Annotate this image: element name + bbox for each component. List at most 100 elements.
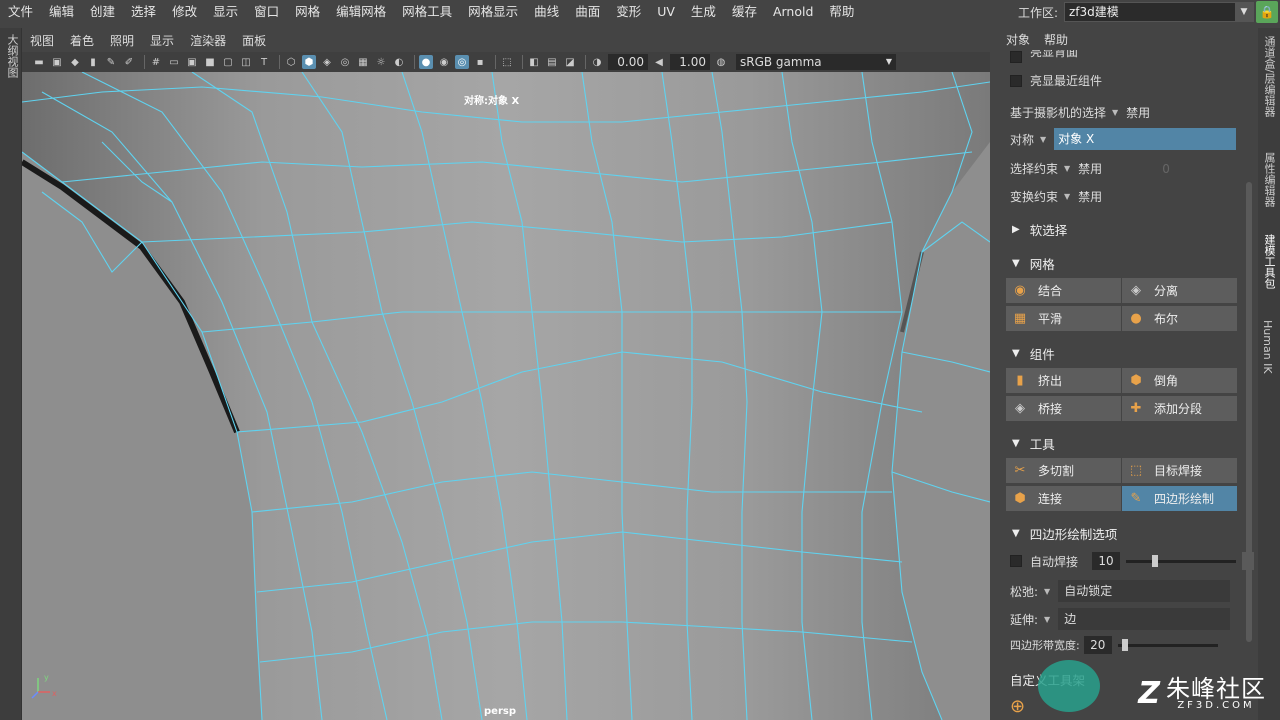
- soft-select-header[interactable]: ▶ 软选择: [1006, 217, 1238, 241]
- color-space-dropdown[interactable]: sRGB gamma ▼: [736, 54, 896, 70]
- vp-menu-renderer[interactable]: 渲染器: [182, 32, 234, 49]
- menu-arnold[interactable]: Arnold: [765, 0, 821, 24]
- grid-icon[interactable]: #: [149, 55, 163, 69]
- auto-weld-field[interactable]: 10: [1092, 552, 1121, 570]
- menu-mesh-tools[interactable]: 网格工具: [394, 0, 460, 24]
- combine-button[interactable]: ◉ 结合: [1006, 278, 1122, 303]
- resolution-gate-icon[interactable]: ▣: [185, 55, 199, 69]
- add-divisions-button[interactable]: ✚ 添加分段: [1122, 396, 1238, 421]
- chevron-down-icon[interactable]: ▼: [1064, 164, 1070, 173]
- motion-blur-icon[interactable]: ◪: [563, 55, 577, 69]
- bevel-button[interactable]: ⬢ 倒角: [1122, 368, 1238, 393]
- gate-mask-icon[interactable]: ■: [203, 55, 217, 69]
- menu-mesh[interactable]: 网格: [287, 0, 328, 24]
- panel-scrollbar[interactable]: [1244, 52, 1254, 652]
- wireframe-on-shaded-icon[interactable]: ◈: [320, 55, 334, 69]
- safe-title-icon[interactable]: T: [257, 55, 271, 69]
- tab-channel-box[interactable]: 通道盒/层编辑器: [1261, 36, 1277, 117]
- menu-edit-mesh[interactable]: 编辑网格: [328, 0, 394, 24]
- auto-weld-slider[interactable]: [1126, 554, 1237, 567]
- relax-value[interactable]: 自动锁定: [1058, 580, 1231, 602]
- chevron-down-icon[interactable]: ▼: [1112, 108, 1118, 117]
- 2d-pan-icon[interactable]: ✎: [104, 55, 118, 69]
- transform-constraint-value[interactable]: 禁用: [1078, 188, 1102, 205]
- chevron-down-icon[interactable]: ▼: [1040, 135, 1046, 144]
- extrude-button[interactable]: ▮ 挤出: [1006, 368, 1122, 393]
- select-constraint-value[interactable]: 禁用: [1078, 160, 1102, 177]
- tab-modeling-toolkit[interactable]: 建模工具包: [1261, 234, 1277, 289]
- color-management-icon[interactable]: ◍: [714, 55, 728, 69]
- dof-icon[interactable]: ▤: [545, 55, 559, 69]
- smooth-button[interactable]: ▦ 平滑: [1006, 306, 1122, 331]
- menu-surfaces[interactable]: 曲面: [567, 0, 608, 24]
- backface-checkbox[interactable]: [1010, 51, 1022, 63]
- quad-options-header[interactable]: ▼ 四边形绘制选项: [1006, 521, 1238, 545]
- shelf-tool-icon[interactable]: ⊕: [1010, 696, 1025, 717]
- tab-human-ik[interactable]: Human IK: [1261, 320, 1274, 374]
- slider-knob[interactable]: [1152, 554, 1159, 567]
- menu-curves[interactable]: 曲线: [526, 0, 567, 24]
- scrollbar-thumb[interactable]: [1246, 182, 1252, 642]
- gamma-icon[interactable]: ◀: [652, 55, 666, 69]
- outliner-tab[interactable]: 大纲视图: [4, 34, 20, 78]
- boolean-button[interactable]: ● 布尔: [1122, 306, 1238, 331]
- menu-window[interactable]: 窗口: [246, 0, 287, 24]
- safe-action-icon[interactable]: ◫: [239, 55, 253, 69]
- menu-mesh-display[interactable]: 网格显示: [460, 0, 526, 24]
- menu-display[interactable]: 显示: [205, 0, 246, 24]
- image-plane-icon[interactable]: ▮: [86, 55, 100, 69]
- chevron-down-icon[interactable]: ▼: [1044, 587, 1050, 596]
- extend-value[interactable]: 边: [1058, 608, 1231, 630]
- slider-knob[interactable]: [1122, 638, 1129, 651]
- menu-file[interactable]: 文件: [0, 0, 41, 24]
- target-weld-button[interactable]: ⬚ 目标焊接: [1122, 458, 1238, 483]
- textured-icon[interactable]: ◎: [338, 55, 352, 69]
- exposure-field[interactable]: 0.00: [608, 54, 648, 70]
- workspace-dropdown[interactable]: zf3d建模 ▼: [1064, 2, 1254, 22]
- gamma-field[interactable]: 1.00: [670, 54, 710, 70]
- backface-option[interactable]: 亮显背面: [1010, 50, 1078, 64]
- tools-section-header[interactable]: ▼ 工具: [1006, 431, 1238, 455]
- camera-select-value[interactable]: 禁用: [1126, 104, 1150, 121]
- quad-draw-button[interactable]: ✎ 四边形绘制: [1122, 486, 1238, 511]
- bookmark-icon[interactable]: ◆: [68, 55, 82, 69]
- vp-menu-panels[interactable]: 面板: [234, 32, 274, 49]
- vp-menu-show[interactable]: 显示: [142, 32, 182, 49]
- grease-pencil-icon[interactable]: ✐: [122, 55, 136, 69]
- menu-help[interactable]: 帮助: [821, 0, 862, 24]
- mesh-section-header[interactable]: ▼ 网格: [1006, 251, 1238, 275]
- field-chart-icon[interactable]: ▢: [221, 55, 235, 69]
- vp-menu-lighting[interactable]: 照明: [102, 32, 142, 49]
- menu-select[interactable]: 选择: [123, 0, 164, 24]
- chevron-down-icon[interactable]: ▼: [1044, 615, 1050, 624]
- smooth-shade-icon[interactable]: ⬢: [302, 55, 316, 69]
- checker-icon[interactable]: ▦: [356, 55, 370, 69]
- film-gate-icon[interactable]: ▭: [167, 55, 181, 69]
- camera-icon[interactable]: ▬: [32, 55, 46, 69]
- isolate-icon[interactable]: ◎: [455, 55, 469, 69]
- recent-checkbox[interactable]: [1010, 74, 1022, 87]
- components-section-header[interactable]: ▼ 组件: [1006, 341, 1238, 365]
- symmetry-value[interactable]: 对象 X: [1054, 128, 1237, 150]
- viewport-3d[interactable]: y x 对称:对象 X persp: [22, 72, 990, 720]
- isolate-select-icon[interactable]: ⬚: [500, 55, 514, 69]
- menu-modify[interactable]: 修改: [164, 0, 205, 24]
- strip-width-field[interactable]: 20: [1083, 636, 1112, 654]
- menu-create[interactable]: 创建: [82, 0, 123, 24]
- vp-menu-shading[interactable]: 着色: [62, 32, 102, 49]
- shadows-icon[interactable]: ◐: [392, 55, 406, 69]
- menu-cache[interactable]: 缓存: [724, 0, 765, 24]
- separate-button[interactable]: ◈ 分离: [1122, 278, 1238, 303]
- menu-uv[interactable]: UV: [649, 0, 683, 24]
- recent-option[interactable]: 亮显最近组件: [1010, 72, 1102, 89]
- chevron-down-icon[interactable]: ▼: [1064, 192, 1070, 201]
- wireframe-icon[interactable]: ⬡: [284, 55, 298, 69]
- menu-deform[interactable]: 变形: [608, 0, 649, 24]
- connect-button[interactable]: ⬢ 连接: [1006, 486, 1122, 511]
- auto-weld-checkbox[interactable]: [1010, 555, 1022, 567]
- tab-attribute-editor[interactable]: 属性编辑器: [1261, 152, 1277, 207]
- vp-menu-view[interactable]: 视图: [22, 32, 62, 49]
- camera-attr-icon[interactable]: ▣: [50, 55, 64, 69]
- lock-icon[interactable]: 🔒: [1256, 1, 1278, 23]
- xray-icon[interactable]: ●: [419, 55, 433, 69]
